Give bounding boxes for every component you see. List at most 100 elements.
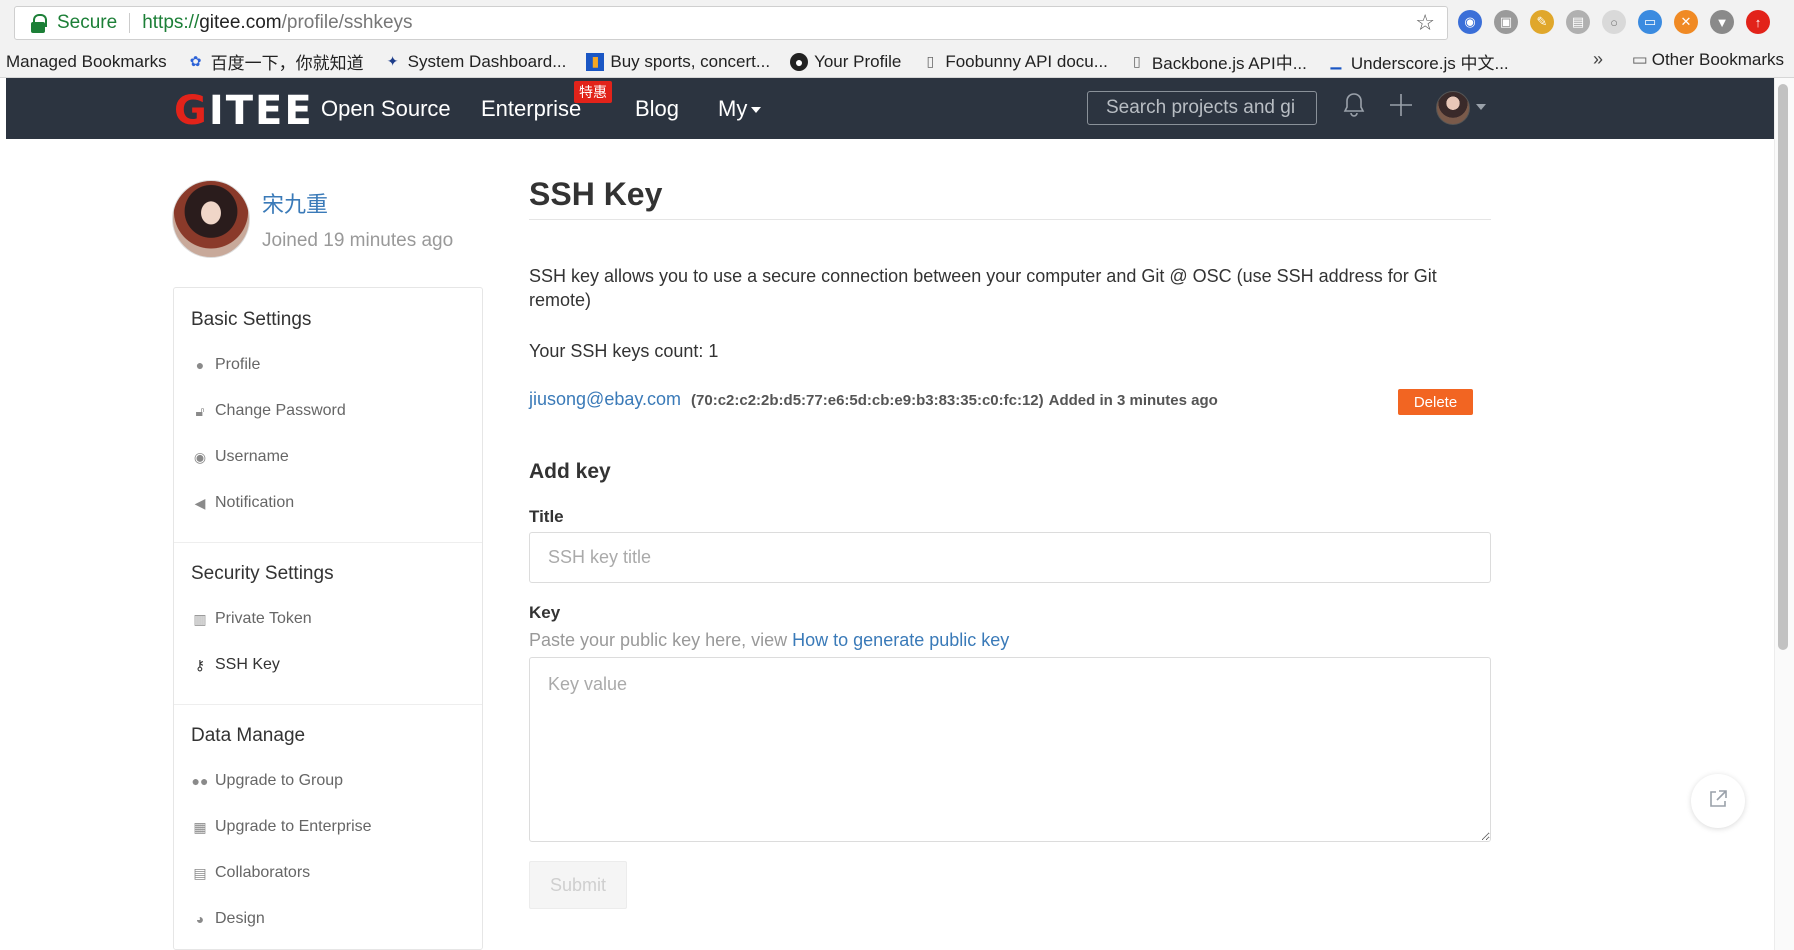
enterprise-badge: 特惠	[574, 81, 612, 103]
title-label: Title	[529, 507, 564, 526]
delete-key-button[interactable]: Delete	[1398, 389, 1473, 415]
sidebar-item-private-token[interactable]: ▥ Private Token	[191, 610, 311, 628]
github-icon: ●	[790, 52, 809, 71]
logo-text: ITEE	[208, 88, 314, 134]
user-icon: ●	[195, 357, 205, 373]
nav-my[interactable]: My	[718, 96, 762, 122]
bookmark-item[interactable]: ▯ Backbone.js API中...	[1128, 49, 1307, 74]
nav-open-source[interactable]: Open Source	[321, 96, 451, 122]
pen-extension-icon[interactable]: ✎	[1530, 10, 1554, 34]
gitee-logo[interactable]: GITEE	[174, 88, 314, 134]
building-icon: ▦	[193, 818, 207, 835]
bookmark-label: System Dashboard...	[407, 51, 567, 71]
sidebar-item-ssh-key[interactable]: ⚷ SSH Key	[191, 656, 280, 674]
profile-name[interactable]: 宋九重	[262, 187, 328, 219]
ticket-icon: ▮	[586, 52, 605, 71]
nav-my-label: My	[718, 96, 748, 121]
sidebar-item-label: Notification	[215, 494, 295, 511]
dashboard-icon: ✦	[386, 53, 399, 69]
submit-button[interactable]: Submit	[529, 861, 627, 909]
sidebar-item-design[interactable]: ◕ Design	[191, 910, 265, 928]
bell-icon[interactable]	[1342, 92, 1366, 125]
user-avatar[interactable]	[1436, 91, 1470, 125]
bookmarks-overflow-button[interactable]: »	[1593, 49, 1603, 70]
sidebar-section-data: Data Manage	[191, 725, 306, 746]
ssh-key-title-input[interactable]	[529, 532, 1491, 583]
window-extension-icon[interactable]: ▭	[1638, 10, 1662, 34]
title-divider	[529, 219, 1491, 220]
bookmark-label: 百度一下，你就知道	[210, 54, 364, 73]
url-scheme: https://	[142, 12, 200, 33]
sidebar-item-upgrade-group[interactable]: ●● Upgrade to Group	[191, 772, 344, 790]
scrollbar-thumb[interactable]	[1778, 84, 1788, 650]
bookmark-label: Buy sports, concert...	[610, 51, 771, 71]
ssh-key-row: jiusong@ebay.com (70:c2:c2:2b:d5:77:e6:5…	[529, 389, 1218, 410]
chat-extension-icon[interactable]: ○	[1602, 10, 1626, 34]
compass-icon: ◉	[193, 448, 207, 465]
profile-avatar[interactable]	[172, 180, 250, 258]
folder-icon: ▭	[1631, 50, 1648, 69]
bookmark-item[interactable]: ✿ 百度一下，你就知道	[187, 49, 364, 74]
upload-extension-icon[interactable]: ↑	[1746, 10, 1770, 34]
sidebar-item-label: Change Password	[215, 402, 346, 419]
bookmarks-bar: Managed Bookmarks ✿ 百度一下，你就知道 ✦ System Das…	[0, 46, 1794, 78]
unlock-icon: 🔓︎	[195, 402, 205, 419]
sidebar-divider	[174, 542, 482, 543]
vue-extension-icon[interactable]: ▼	[1710, 10, 1734, 34]
lock-icon	[27, 12, 49, 34]
orange-extension-icon[interactable]: ✕	[1674, 10, 1698, 34]
sidebar-item-label: Collaborators	[215, 864, 311, 881]
bookmark-item[interactable]: ▯ Foobunny API docu...	[921, 52, 1107, 72]
nav-enterprise[interactable]: Enterprise	[481, 96, 581, 122]
url-host: gitee.com	[199, 12, 282, 33]
plus-icon[interactable]	[1388, 92, 1414, 125]
sidebar-item-collaborators[interactable]: ▤ Collaborators	[191, 864, 310, 882]
external-edit-icon	[1707, 788, 1729, 815]
page-title: SSH Key	[529, 176, 663, 212]
key-hint-text: Paste your public key here, view	[529, 630, 793, 650]
bookmark-item[interactable]: ● Your Profile	[790, 52, 901, 72]
secure-label: Secure	[57, 12, 118, 33]
bookmark-item[interactable]: ✦ System Dashboard...	[384, 52, 567, 72]
contact-card-icon: ▤	[193, 864, 207, 881]
profile-joined: Joined 19 minutes ago	[262, 230, 454, 251]
avatar-caret-icon[interactable]	[1476, 104, 1486, 110]
logo-letter-g: G	[174, 88, 209, 134]
bookmark-item[interactable]: Managed Bookmarks	[6, 52, 167, 72]
ssh-key-title-link[interactable]: jiusong@ebay.com	[529, 389, 681, 410]
palette-icon: ◕	[195, 911, 205, 927]
sidebar-item-profile[interactable]: ● Profile	[191, 356, 261, 374]
sidebar-item-label: Upgrade to Group	[215, 772, 344, 789]
ssh-description: SSH key allows you to use a secure conne…	[529, 266, 1437, 310]
sidebar-item-label: SSH Key	[215, 656, 280, 673]
bookmark-item[interactable]: ▮ Buy sports, concert...	[586, 52, 770, 72]
bookmark-star-icon[interactable]: ☆	[1415, 10, 1435, 36]
ssh-key-fingerprint: (70:c2:c2:2b:d5:77:e6:5d:cb:e9:b3:83:35:…	[691, 392, 1044, 409]
page-icon: ▯	[926, 53, 935, 69]
extension-icons: ◉ ▣ ✎ ▤ ○ ▭ ✕ ▼ ↑	[1458, 10, 1770, 34]
sidebar-item-change-password[interactable]: 🔓︎ Change Password	[191, 402, 346, 420]
search-input[interactable]	[1087, 91, 1317, 125]
sidebar-item-label: Design	[215, 910, 265, 927]
add-key-heading: Add key	[529, 460, 611, 483]
bookmark-label: Your Profile	[814, 51, 902, 71]
camera-extension-icon[interactable]: ▣	[1494, 10, 1518, 34]
image-extension-icon[interactable]: ▤	[1566, 10, 1590, 34]
sidebar-divider	[174, 704, 482, 705]
address-bar[interactable]: Secure https://gitee.com/profile/sshkeys…	[14, 6, 1448, 40]
bookmark-item[interactable]: ▁ Underscore.js 中文...	[1327, 49, 1509, 74]
globe-extension-icon[interactable]: ◉	[1458, 10, 1482, 34]
bookmark-label: Underscore.js 中文...	[1350, 54, 1509, 73]
sidebar-item-label: Username	[215, 448, 289, 465]
sidebar-item-username[interactable]: ◉ Username	[191, 448, 289, 466]
key-label: Key	[529, 603, 561, 622]
key-hint: Paste your public key here, view How to …	[529, 630, 1009, 651]
nav-blog[interactable]: Blog	[635, 96, 679, 122]
generate-key-help-link[interactable]: How to generate public key	[792, 630, 1009, 650]
ssh-key-value-textarea[interactable]	[529, 657, 1491, 842]
feedback-button[interactable]	[1691, 774, 1745, 828]
sidebar-item-notification[interactable]: ◀ Notification	[191, 494, 295, 512]
other-bookmarks[interactable]: ▭ Other Bookmarks	[1632, 50, 1784, 70]
site-header: GITEE Open Source Enterprise 特惠 Blog My	[6, 78, 1774, 139]
sidebar-item-upgrade-enterprise[interactable]: ▦ Upgrade to Enterprise	[191, 818, 371, 836]
